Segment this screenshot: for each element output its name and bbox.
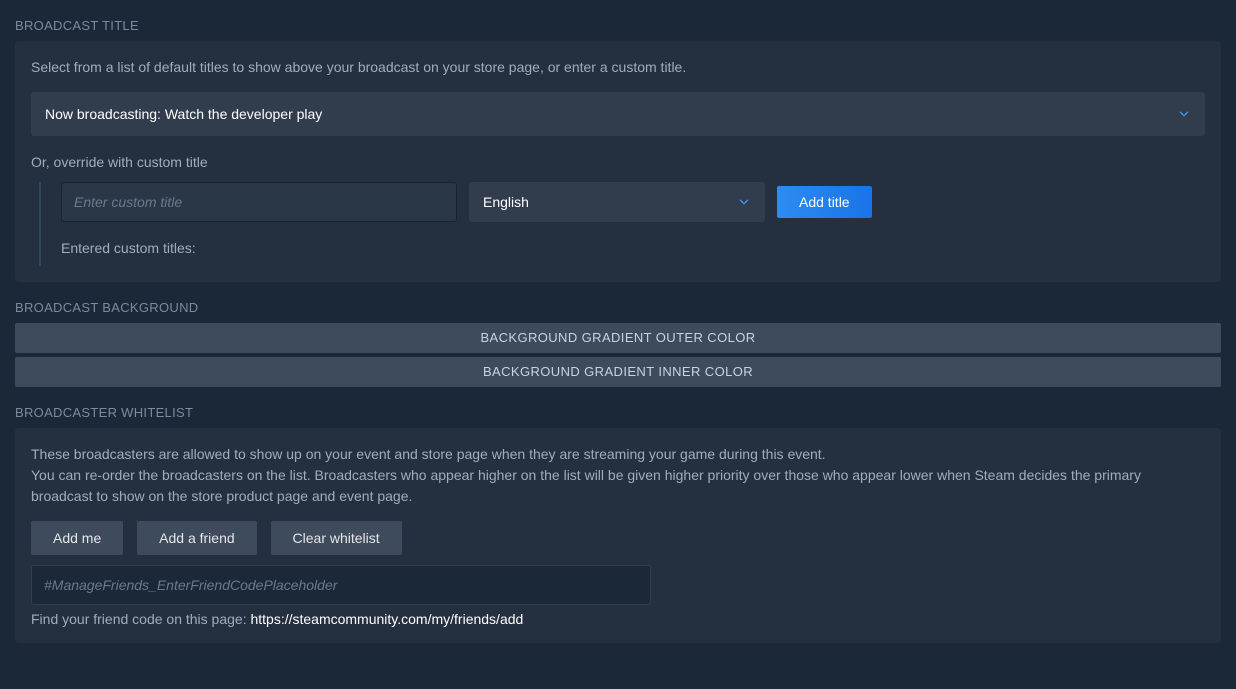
language-select-value: English: [483, 194, 529, 210]
whitelist-description-line1: These broadcasters are allowed to show u…: [31, 446, 826, 462]
add-title-button[interactable]: Add title: [777, 186, 872, 218]
friend-code-hint-prefix: Find your friend code on this page:: [31, 611, 250, 627]
friend-code-link[interactable]: https://steamcommunity.com/my/friends/ad…: [250, 611, 523, 627]
broadcast-background-section-label: BROADCAST BACKGROUND: [15, 300, 1221, 315]
broadcaster-whitelist-panel: These broadcasters are allowed to show u…: [15, 428, 1221, 643]
friend-code-hint: Find your friend code on this page: http…: [31, 611, 1205, 627]
language-select[interactable]: English: [469, 182, 765, 222]
clear-whitelist-button[interactable]: Clear whitelist: [271, 521, 402, 555]
add-me-button[interactable]: Add me: [31, 521, 123, 555]
broadcast-title-description: Select from a list of default titles to …: [31, 57, 1205, 78]
add-friend-button[interactable]: Add a friend: [137, 521, 257, 555]
default-title-value: Now broadcasting: Watch the developer pl…: [45, 106, 322, 122]
chevron-down-icon: [1177, 107, 1191, 121]
background-outer-color-button[interactable]: BACKGROUND GRADIENT OUTER COLOR: [15, 323, 1221, 353]
broadcast-title-panel: Select from a list of default titles to …: [15, 41, 1221, 282]
friend-code-input[interactable]: [31, 565, 651, 605]
chevron-down-icon: [737, 195, 751, 209]
custom-title-input[interactable]: [61, 182, 457, 222]
background-inner-color-button[interactable]: BACKGROUND GRADIENT INNER COLOR: [15, 357, 1221, 387]
override-block: English Add title Entered custom titles:: [39, 182, 1205, 266]
override-title-label: Or, override with custom title: [31, 154, 1205, 170]
whitelist-description: These broadcasters are allowed to show u…: [31, 444, 1205, 507]
entered-custom-titles-label: Entered custom titles:: [61, 240, 1205, 256]
default-title-select[interactable]: Now broadcasting: Watch the developer pl…: [31, 92, 1205, 136]
broadcast-title-section-label: BROADCAST TITLE: [15, 18, 1221, 33]
whitelist-description-line2: You can re-order the broadcasters on the…: [31, 467, 1141, 504]
broadcaster-whitelist-section-label: BROADCASTER WHITELIST: [15, 405, 1221, 420]
